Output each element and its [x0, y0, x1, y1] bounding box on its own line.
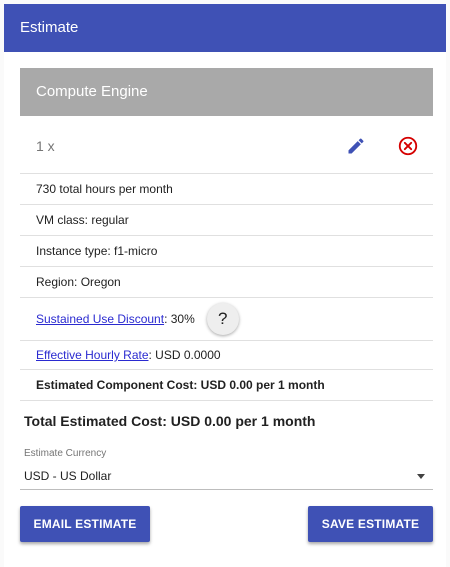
quantity-row: 1 x: [20, 116, 433, 174]
panel-header: Estimate: [4, 4, 446, 52]
pencil-icon: [348, 138, 364, 154]
edit-button[interactable]: [342, 132, 370, 160]
detail-instance-type: Instance type: f1-micro: [20, 236, 433, 267]
currency-select[interactable]: USD - US Dollar: [20, 462, 433, 490]
detail-hourly-rate: Effective Hourly Rate : USD 0.0000: [20, 341, 433, 370]
effective-hourly-rate-link[interactable]: Effective Hourly Rate: [36, 348, 149, 362]
help-icon: ?: [218, 309, 228, 328]
quantity-label: 1 x: [36, 138, 55, 154]
estimate-panel: Estimate Compute Engine 1 x 730 total ho…: [0, 0, 450, 567]
detail-vm-class: VM class: regular: [20, 205, 433, 236]
delete-button[interactable]: [394, 132, 422, 160]
detail-region: Region: Oregon: [20, 267, 433, 298]
component-cost-text: Estimated Component Cost: USD 0.00 per 1…: [36, 378, 325, 392]
sustained-discount-value: : 30%: [164, 312, 195, 326]
save-estimate-button[interactable]: SAVE ESTIMATE: [308, 506, 433, 542]
section-title: Compute Engine: [20, 68, 433, 116]
sustained-use-discount-link[interactable]: Sustained Use Discount: [36, 312, 164, 326]
currency-value: USD - US Dollar: [24, 469, 112, 483]
hours-text: 730 total hours per month: [36, 182, 173, 196]
instance-type-text: Instance type: f1-micro: [36, 244, 158, 258]
estimate-card: Compute Engine 1 x 730 total hours per m…: [4, 52, 446, 567]
close-circle-icon: [398, 136, 418, 156]
help-button[interactable]: ?: [206, 303, 239, 335]
detail-sustained-discount: Sustained Use Discount : 30% ?: [20, 298, 433, 341]
hourly-rate-value: : USD 0.0000: [148, 348, 221, 362]
currency-label: Estimate Currency: [24, 448, 107, 459]
detail-hours: 730 total hours per month: [20, 174, 433, 205]
total-estimated-cost: Total Estimated Cost: USD 0.00 per 1 mon…: [24, 413, 316, 429]
detail-component-cost: Estimated Component Cost: USD 0.00 per 1…: [20, 370, 433, 401]
chevron-down-icon: [417, 474, 425, 479]
email-estimate-button[interactable]: EMAIL ESTIMATE: [20, 506, 150, 542]
region-text: Region: Oregon: [36, 275, 121, 289]
panel-title: Estimate: [20, 19, 79, 36]
vm-class-text: VM class: regular: [36, 213, 129, 227]
